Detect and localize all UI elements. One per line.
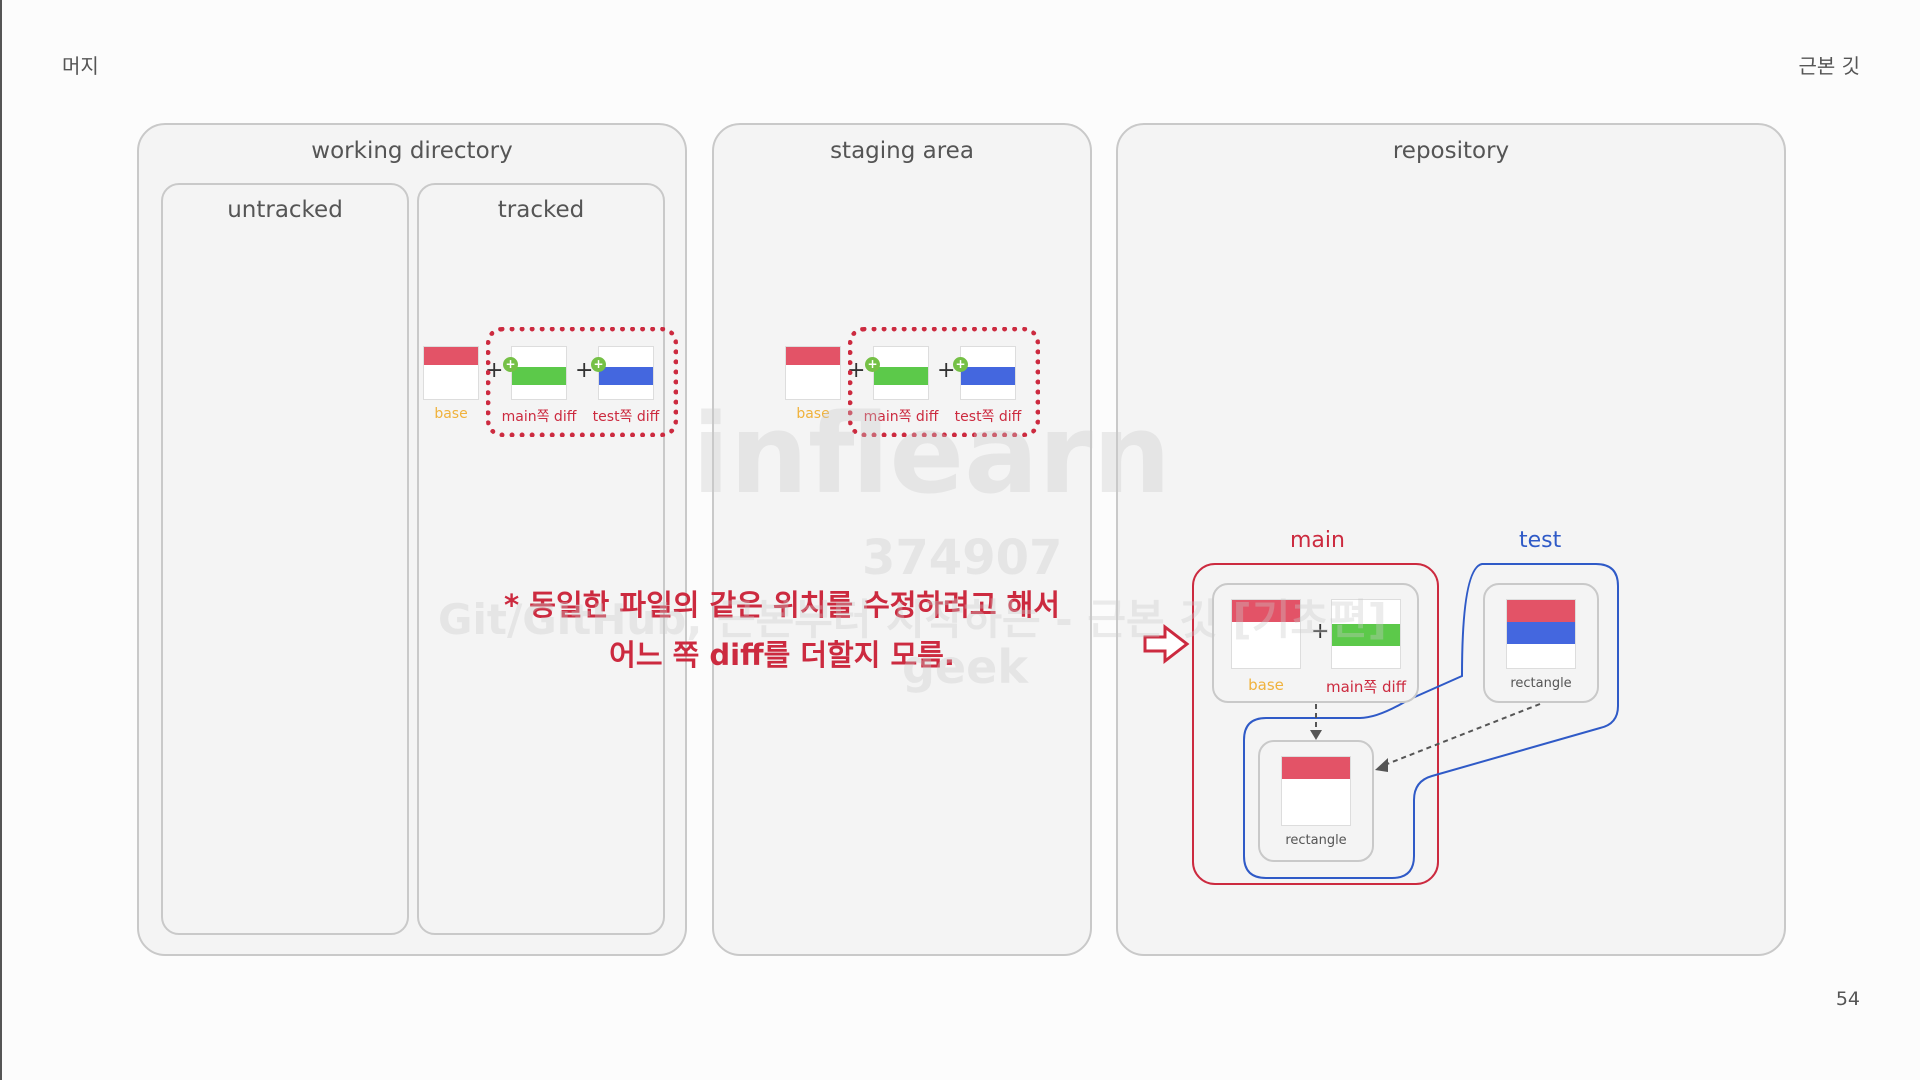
file-rectangle-label: rectangle <box>1510 676 1572 691</box>
base-commit: rectangle <box>1258 740 1374 862</box>
conflict-message-line2: 어느 쪽 diff를 더할지 모름. <box>609 638 955 672</box>
file-main-diff-label: main쪽 diff <box>1325 678 1407 696</box>
file-rectangle-label: rectangle <box>1285 833 1347 848</box>
merge-commit: + base main쪽 diff <box>1212 583 1419 703</box>
file-base <box>1231 599 1301 669</box>
page-number: 54 <box>1835 988 1860 1010</box>
branch-label-test: test <box>1519 528 1562 553</box>
repository-graph-lines <box>1143 563 1619 885</box>
test-commit: rectangle <box>1483 583 1599 703</box>
file-main-diff <box>1331 599 1401 669</box>
file-rectangle <box>1506 599 1576 669</box>
conflict-message-line1: * 동일한 파일의 같은 위치를 수정하려고 해서 <box>504 588 1060 622</box>
plus-sign: + <box>1311 619 1330 644</box>
branch-label-main: main <box>1290 528 1345 553</box>
file-rectangle <box>1281 756 1351 826</box>
file-base-label: base <box>1248 676 1284 694</box>
